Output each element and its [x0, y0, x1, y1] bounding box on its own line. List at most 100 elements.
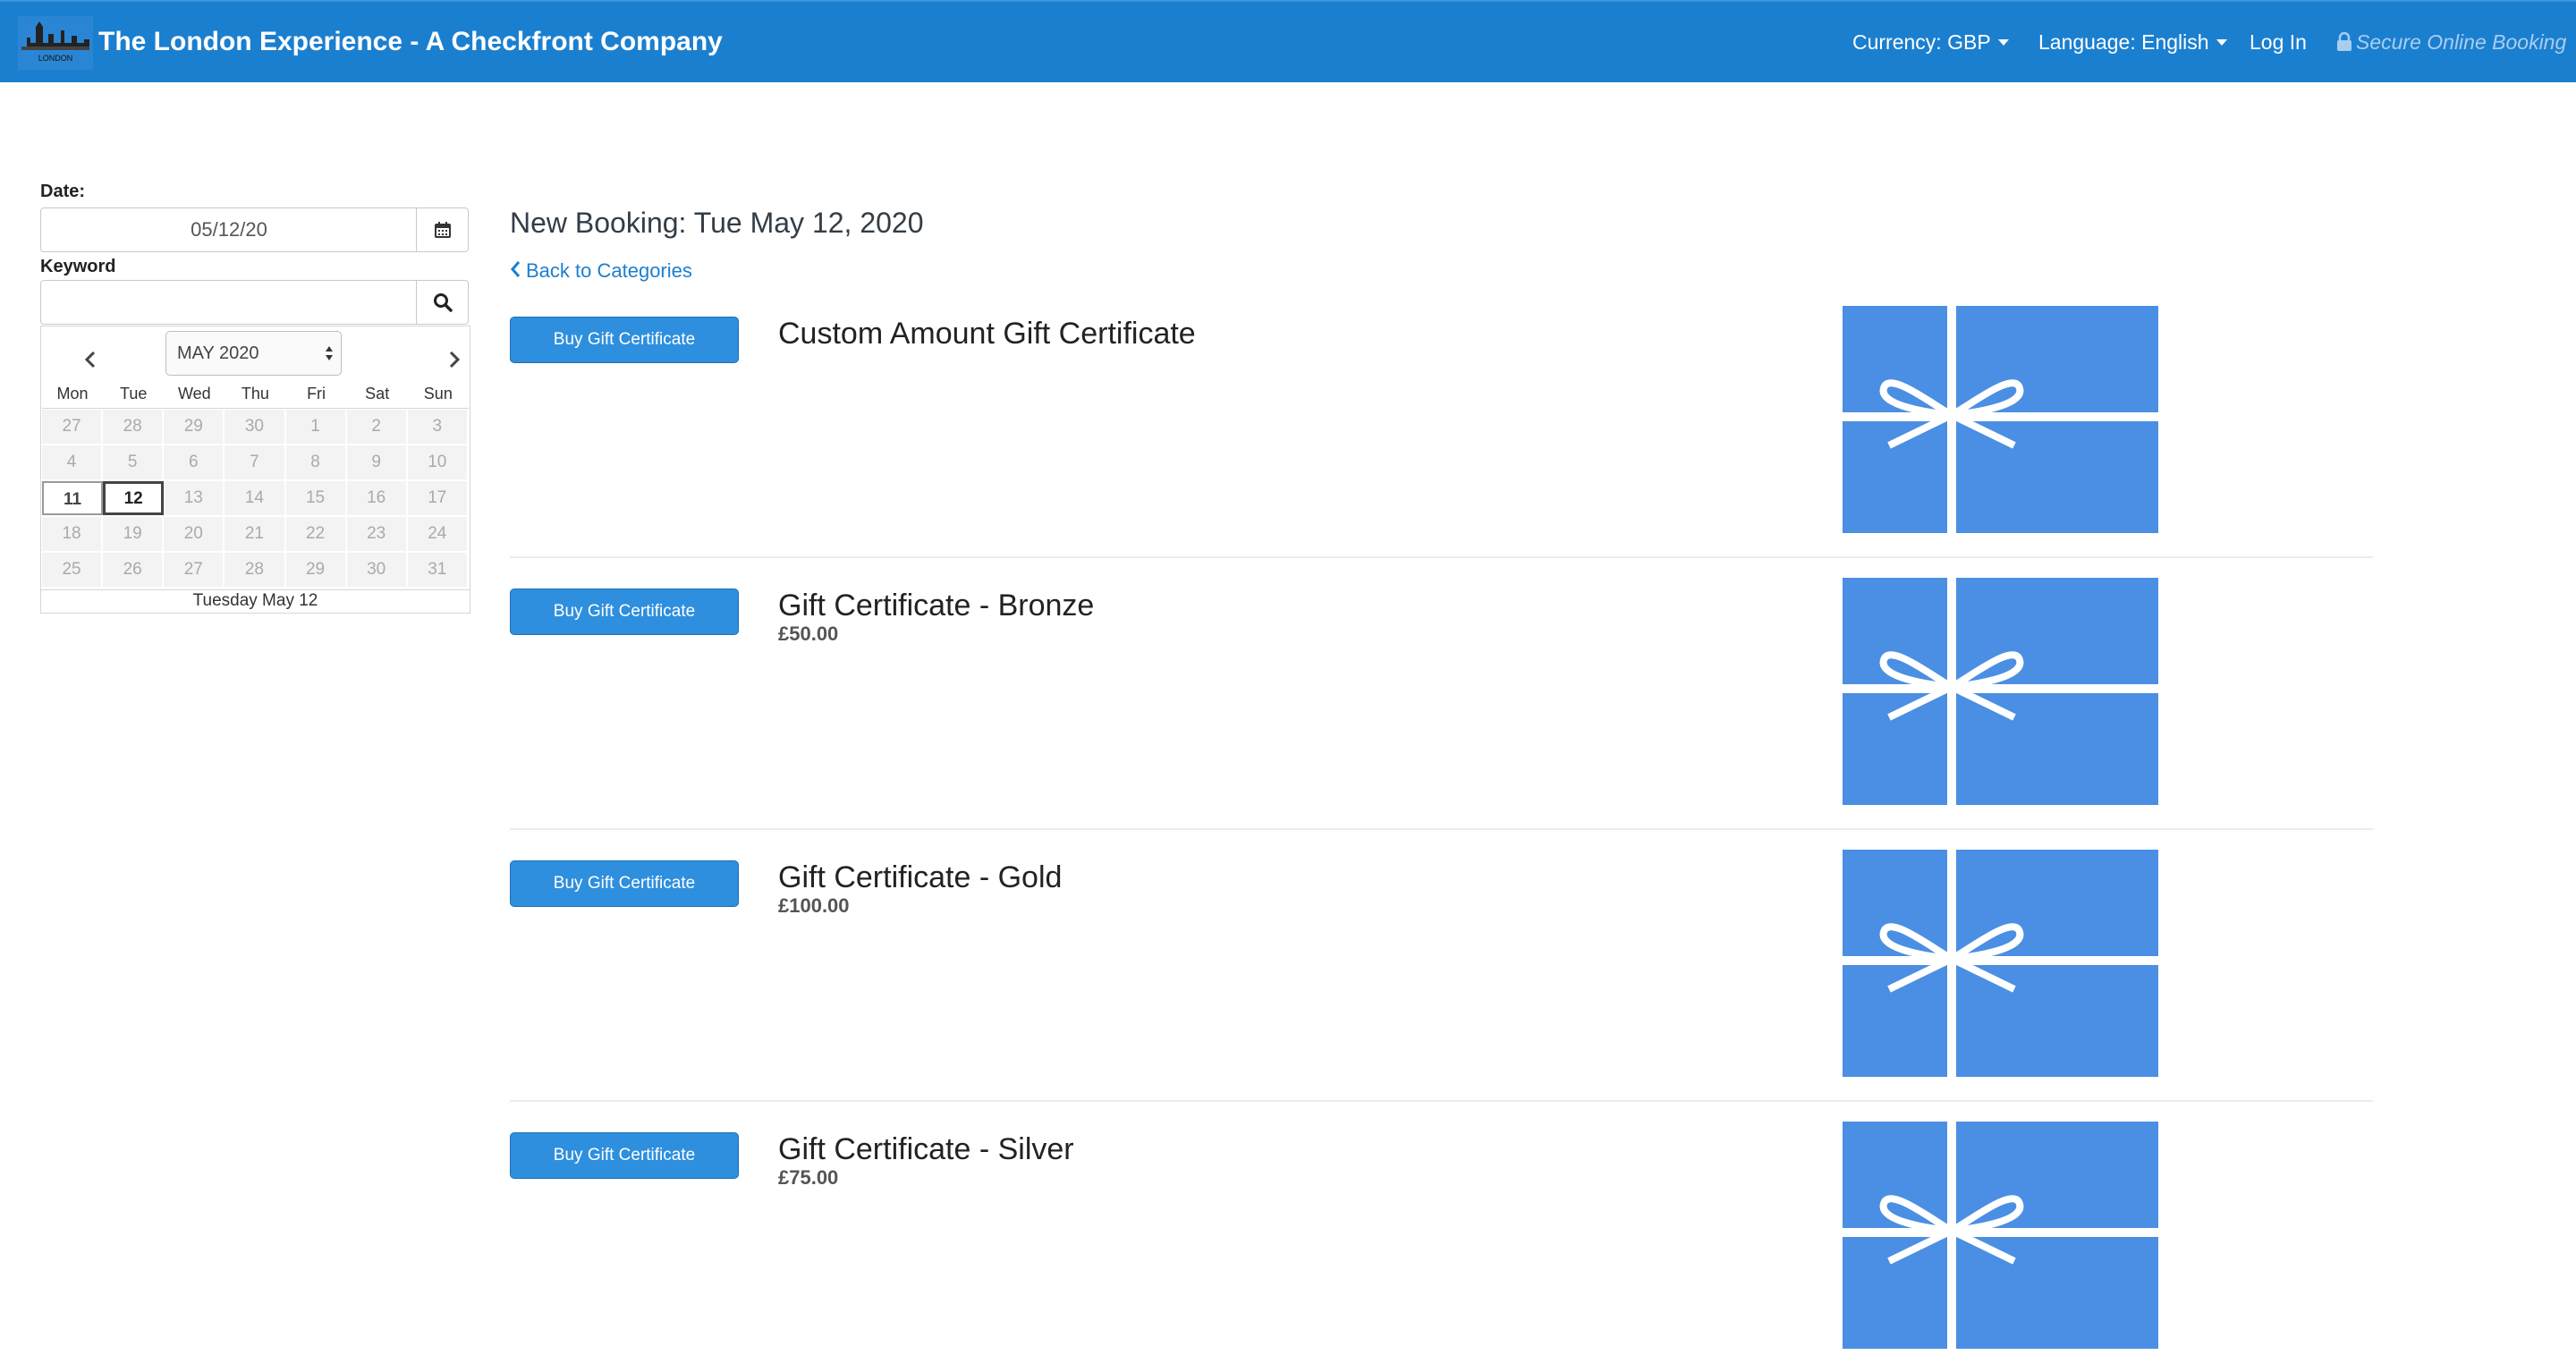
calendar-day[interactable]: 28	[225, 553, 286, 587]
top-navbar: LONDON The London Experience - A Checkfr…	[0, 0, 2576, 82]
calendar-week-row: 25 26 27 28 29 30 31	[42, 552, 469, 588]
calendar-day[interactable]: 26	[103, 553, 165, 587]
calendar-day[interactable]: 7	[225, 445, 286, 479]
next-month-button[interactable]	[432, 337, 477, 382]
calendar-day[interactable]: 1	[285, 410, 347, 444]
chevron-left-icon	[84, 351, 96, 368]
calendar-day[interactable]: 20	[164, 517, 225, 551]
chevron-right-icon	[449, 351, 461, 368]
gift-card-image[interactable]	[1843, 1122, 2158, 1349]
calendar-week-row: 11 12 13 14 15 16 17	[42, 480, 469, 516]
calendar-day[interactable]: 28	[103, 410, 165, 444]
language-dropdown[interactable]: Language: English	[2038, 30, 2227, 55]
select-arrows-icon	[326, 346, 333, 360]
lock-icon	[2337, 32, 2351, 51]
calendar-day[interactable]: 8	[285, 445, 347, 479]
svg-text:LONDON: LONDON	[38, 54, 73, 63]
product-item: Buy Gift Certificate Gift Certificate - …	[510, 578, 2373, 860]
prev-month-button[interactable]	[68, 337, 113, 382]
calendar-day[interactable]: 2	[346, 410, 408, 444]
calendar-day[interactable]: 16	[346, 481, 408, 515]
product-item: Buy Gift Certificate Custom Amount Gift …	[510, 306, 2373, 589]
date-input[interactable]: 05/12/20	[41, 208, 417, 251]
weekday-header: Mon	[56, 385, 89, 402]
calendar-day[interactable]: 4	[42, 445, 104, 479]
back-link-text: Back to Categories	[526, 259, 692, 282]
secure-text: Secure Online Booking	[2356, 30, 2567, 54]
login-link[interactable]: Log In	[2250, 30, 2307, 55]
month-select-value: MAY 2020	[177, 343, 259, 363]
month-select[interactable]: MAY 2020	[165, 331, 342, 376]
calendar-day[interactable]: 31	[407, 553, 469, 587]
calendar-day[interactable]: 14	[225, 481, 286, 515]
calendar-day[interactable]: 5	[103, 445, 165, 479]
item-divider	[510, 556, 2373, 558]
calendar-day[interactable]: 19	[103, 517, 165, 551]
gift-card-image[interactable]	[1843, 850, 2158, 1077]
calendar-day[interactable]: 22	[285, 517, 347, 551]
calendar-day[interactable]: 27	[164, 553, 225, 587]
calendar-day[interactable]: 30	[346, 553, 408, 587]
product-price: £50.00	[778, 622, 839, 645]
calendar-day[interactable]: 15	[285, 481, 347, 515]
date-label: Date:	[40, 182, 86, 201]
weekday-header: Sun	[423, 385, 453, 402]
calendar-day-current[interactable]: 11	[42, 481, 104, 515]
gift-card-image[interactable]	[1843, 578, 2158, 805]
product-title[interactable]: Gift Certificate - Bronze	[778, 589, 1094, 623]
calendar-day[interactable]: 13	[164, 481, 225, 515]
calendar-selected-date: Tuesday May 12	[41, 589, 470, 613]
keyword-input[interactable]	[41, 281, 417, 324]
item-divider	[510, 1100, 2373, 1102]
calendar-day[interactable]: 29	[164, 410, 225, 444]
calendar-day[interactable]: 21	[225, 517, 286, 551]
language-label: Language: English	[2038, 30, 2209, 54]
calendar-day[interactable]: 18	[42, 517, 104, 551]
product-title[interactable]: Custom Amount Gift Certificate	[778, 317, 1196, 351]
product-title[interactable]: Gift Certificate - Silver	[778, 1132, 1074, 1167]
buy-gift-certificate-button[interactable]: Buy Gift Certificate	[510, 589, 739, 635]
calendar-week-row: 4 5 6 7 8 9 10	[42, 445, 469, 480]
weekday-header: Sat	[365, 385, 390, 402]
page-title: New Booking: Tue May 12, 2020	[510, 207, 924, 239]
calendar-week-row: 27 28 29 30 1 2 3	[42, 409, 469, 445]
calendar-day[interactable]: 6	[164, 445, 225, 479]
brand-title[interactable]: The London Experience - A Checkfront Com…	[98, 27, 723, 57]
weekday-header-row: Mon Tue Wed Thu Fri Sat Sun	[42, 378, 469, 409]
calendar-day[interactable]: 10	[407, 445, 469, 479]
product-price: £100.00	[778, 894, 850, 917]
calendar-day[interactable]: 9	[346, 445, 408, 479]
buy-gift-certificate-button[interactable]: Buy Gift Certificate	[510, 1132, 739, 1179]
secure-booking-label: Secure Online Booking	[2336, 30, 2566, 55]
calendar-day[interactable]: 27	[42, 410, 104, 444]
back-to-categories-link[interactable]: Back to Categories	[510, 259, 692, 283]
buy-gift-certificate-button[interactable]: Buy Gift Certificate	[510, 317, 739, 363]
search-button[interactable]	[416, 281, 468, 324]
calendar-grid: Mon Tue Wed Thu Fri Sat Sun 27 28 29 30 …	[42, 378, 469, 588]
datepicker-calendar: MAY 2020 Mon Tue Wed Thu Fri Sat Sun 27 …	[40, 326, 470, 614]
calendar-day[interactable]: 25	[42, 553, 104, 587]
weekday-header: Wed	[177, 385, 211, 402]
product-title[interactable]: Gift Certificate - Gold	[778, 860, 1062, 895]
calendar-button[interactable]	[416, 208, 468, 251]
company-logo[interactable]: LONDON	[18, 16, 93, 70]
product-item: Buy Gift Certificate Gift Certificate - …	[510, 1122, 2373, 1372]
product-price: £75.00	[778, 1166, 839, 1189]
calendar-day[interactable]: 30	[225, 410, 286, 444]
item-divider	[510, 828, 2373, 830]
calendar-day[interactable]: 29	[285, 553, 347, 587]
calendar-day-selected[interactable]: 12	[103, 481, 165, 515]
calendar-day[interactable]: 3	[407, 410, 469, 444]
calendar-day[interactable]: 17	[407, 481, 469, 515]
currency-label: Currency: GBP	[1852, 30, 1991, 54]
keyword-input-group	[40, 280, 469, 325]
gift-card-image[interactable]	[1843, 306, 2158, 533]
currency-dropdown[interactable]: Currency: GBP	[1852, 30, 2009, 55]
weekday-header: Thu	[241, 385, 269, 402]
calendar-day[interactable]: 24	[407, 517, 469, 551]
caret-down-icon	[2216, 38, 2227, 46]
buy-gift-certificate-button[interactable]: Buy Gift Certificate	[510, 860, 739, 907]
search-icon	[433, 293, 453, 312]
calendar-icon	[434, 222, 451, 238]
calendar-day[interactable]: 23	[346, 517, 408, 551]
